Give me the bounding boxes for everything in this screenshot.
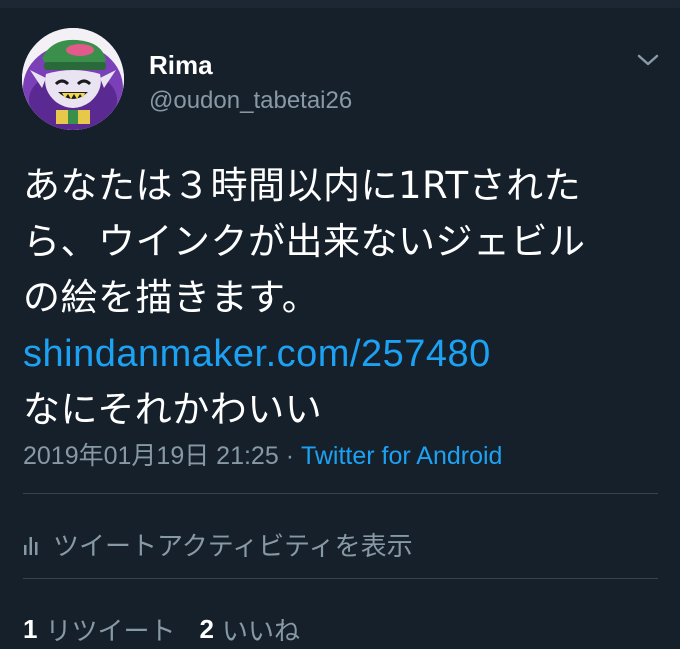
- activity-label: ツイートアクティビティを表示: [53, 531, 413, 562]
- tweet-text: あなたは３時間以内に1RTされた ら、ウインクが出来ないジェビル の絵を描きます…: [23, 158, 663, 438]
- avatar-image: [22, 28, 124, 130]
- bar-chart-icon: [23, 533, 39, 555]
- tweet-meta: 2019年01月19日 21:25 · Twitter for Android: [23, 441, 502, 471]
- likes-count: 2: [199, 613, 214, 644]
- tweet-stats: 1 リツイート 2 いいね: [23, 611, 300, 647]
- tweet-text-line: の絵を描きます。: [23, 276, 320, 319]
- tweet-menu-button[interactable]: [632, 48, 664, 72]
- top-strip: [0, 0, 680, 8]
- tweet-source[interactable]: Twitter for Android: [301, 442, 502, 470]
- tweet-link[interactable]: shindanmaker.com/257480: [23, 326, 663, 382]
- avatar[interactable]: [22, 28, 124, 130]
- divider: [23, 578, 658, 579]
- retweets-stat[interactable]: 1 リツイート: [23, 611, 175, 648]
- tweet-text-line: なにそれかわいい: [23, 388, 323, 431]
- display-name[interactable]: Rima: [149, 50, 213, 80]
- likes-stat[interactable]: 2 いいね: [199, 611, 299, 648]
- tweet-card: Rima @oudon_tabetai26 あなたは３時間以内に1RTされた ら…: [0, 8, 680, 649]
- divider: [23, 493, 658, 494]
- retweets-count: 1: [23, 613, 38, 644]
- meta-separator: ·: [278, 442, 301, 470]
- view-activity-button[interactable]: ツイートアクティビティを表示: [23, 526, 413, 562]
- chevron-down-icon: [637, 54, 659, 66]
- tweet-text-line: あなたは３時間以内に1RTされた: [23, 164, 582, 207]
- likes-label: いいね: [221, 616, 300, 647]
- retweets-label: リツイート: [45, 616, 176, 647]
- tweet-text-line: ら、ウインクが出来ないジェビル: [23, 220, 586, 263]
- timestamp[interactable]: 2019年01月19日 21:25: [23, 442, 279, 470]
- username[interactable]: @oudon_tabetai26: [149, 87, 352, 115]
